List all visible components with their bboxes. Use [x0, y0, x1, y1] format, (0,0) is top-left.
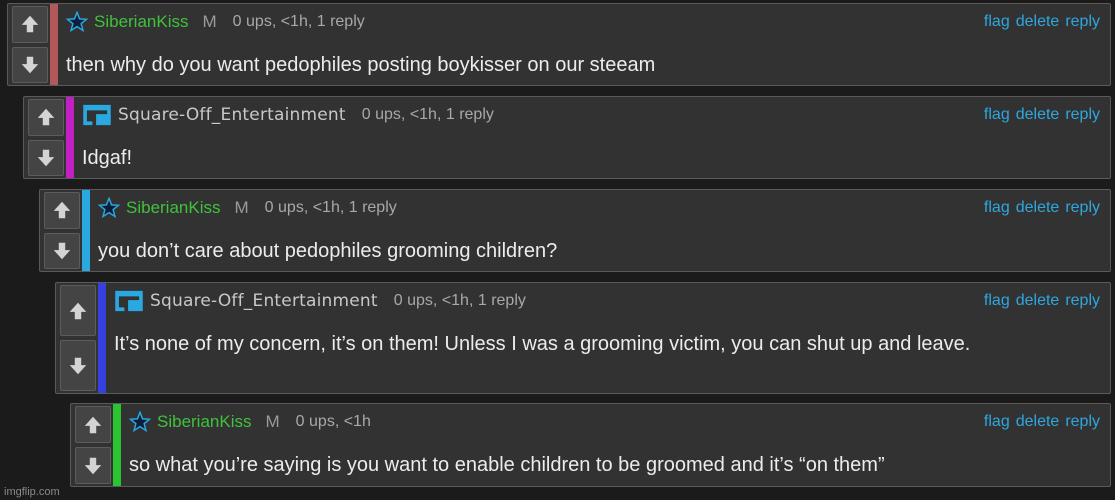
arrow-down-icon — [53, 242, 71, 259]
comment: SiberianKiss M 0 ups, <1h, 1 reply flag … — [7, 3, 1111, 86]
vote-controls — [40, 190, 80, 271]
upvote-button[interactable] — [75, 406, 111, 443]
comment-text: then why do you want pedophiles posting … — [66, 54, 656, 76]
downvote-button[interactable] — [28, 139, 64, 176]
vote-controls — [71, 404, 111, 486]
downvote-button[interactable] — [60, 340, 96, 391]
username[interactable]: SiberianKiss — [157, 412, 252, 432]
square-off-logo-icon[interactable] — [114, 290, 144, 312]
comment-actions: flag delete reply — [984, 13, 1100, 31]
upvote-button[interactable] — [60, 285, 96, 336]
vote-controls — [24, 97, 64, 178]
reply-link[interactable]: reply — [1065, 106, 1100, 124]
arrow-up-icon — [37, 109, 55, 126]
comment-actions: flag delete reply — [984, 199, 1100, 217]
comment: SiberianKiss M 0 ups, <1h flag delete re… — [70, 403, 1111, 487]
downvote-button[interactable] — [75, 447, 111, 484]
comment-actions: flag delete reply — [984, 292, 1100, 310]
upvote-button[interactable] — [44, 192, 80, 229]
thread-bar — [113, 404, 121, 486]
comment-header: SiberianKiss M 0 ups, <1h, 1 reply flag … — [66, 10, 1100, 34]
delete-link[interactable]: delete — [1016, 292, 1060, 310]
comment: Square-Off_Entertainment 0 ups, <1h, 1 r… — [55, 282, 1111, 394]
user-badge: M — [265, 412, 280, 431]
comment-meta: 0 ups, <1h, 1 reply — [361, 106, 494, 123]
star-icon[interactable] — [66, 11, 88, 33]
comment-meta: 0 ups, <1h, 1 reply — [393, 292, 526, 309]
comment-header: Square-Off_Entertainment 0 ups, <1h, 1 r… — [82, 103, 1100, 127]
flag-link[interactable]: flag — [984, 413, 1010, 431]
arrow-down-icon — [69, 357, 87, 374]
thread-bar — [82, 190, 90, 271]
username[interactable]: SiberianKiss — [94, 12, 189, 32]
delete-link[interactable]: delete — [1016, 199, 1060, 217]
comment-actions: flag delete reply — [984, 106, 1100, 124]
comment: SiberianKiss M 0 ups, <1h, 1 reply flag … — [39, 189, 1111, 272]
vote-controls — [8, 4, 48, 85]
reply-link[interactable]: reply — [1065, 413, 1100, 431]
reply-link[interactable]: reply — [1065, 13, 1100, 31]
username[interactable]: Square-Off_Entertainment — [118, 105, 346, 125]
square-off-logo-icon[interactable] — [82, 104, 112, 126]
upvote-button[interactable] — [12, 6, 48, 43]
comment-text: Idgaf! — [82, 147, 133, 169]
watermark: imgflip.com — [4, 486, 60, 498]
arrow-up-icon — [21, 16, 39, 33]
delete-link[interactable]: delete — [1016, 106, 1060, 124]
flag-link[interactable]: flag — [984, 106, 1010, 124]
star-icon[interactable] — [129, 411, 151, 433]
arrow-down-icon — [84, 457, 102, 474]
comment-meta: 0 ups, <1h, 1 reply — [264, 199, 397, 216]
downvote-button[interactable] — [44, 232, 80, 269]
thread-bar — [66, 97, 74, 178]
arrow-up-icon — [69, 302, 87, 319]
arrow-down-icon — [21, 56, 39, 73]
flag-link[interactable]: flag — [984, 199, 1010, 217]
comment-header: SiberianKiss M 0 ups, <1h flag delete re… — [129, 410, 1100, 434]
username[interactable]: SiberianKiss — [126, 198, 221, 218]
delete-link[interactable]: delete — [1016, 13, 1060, 31]
thread-bar — [50, 4, 58, 85]
comment-header: SiberianKiss M 0 ups, <1h, 1 reply flag … — [98, 196, 1100, 220]
delete-link[interactable]: delete — [1016, 413, 1060, 431]
user-badge: M — [234, 198, 249, 217]
arrow-up-icon — [53, 202, 71, 219]
arrow-up-icon — [84, 416, 102, 433]
username[interactable]: Square-Off_Entertainment — [150, 291, 378, 311]
vote-controls — [56, 283, 96, 393]
comment-meta: 0 ups, <1h — [295, 413, 371, 430]
downvote-button[interactable] — [12, 46, 48, 83]
upvote-button[interactable] — [28, 99, 64, 136]
flag-link[interactable]: flag — [984, 13, 1010, 31]
reply-link[interactable]: reply — [1065, 292, 1100, 310]
user-badge: M — [202, 12, 217, 31]
thread-bar — [98, 283, 106, 393]
flag-link[interactable]: flag — [984, 292, 1010, 310]
star-icon[interactable] — [98, 197, 120, 219]
comment-meta: 0 ups, <1h, 1 reply — [232, 13, 365, 30]
comment-text: you don’t care about pedophiles grooming… — [98, 240, 558, 262]
comment-text: so what you’re saying is you want to ena… — [129, 454, 885, 476]
comment-actions: flag delete reply — [984, 413, 1100, 431]
arrow-down-icon — [37, 149, 55, 166]
comment: Square-Off_Entertainment 0 ups, <1h, 1 r… — [23, 96, 1111, 179]
comment-header: Square-Off_Entertainment 0 ups, <1h, 1 r… — [114, 289, 1100, 313]
comment-text: It’s none of my concern, it’s on them! U… — [114, 333, 971, 355]
reply-link[interactable]: reply — [1065, 199, 1100, 217]
